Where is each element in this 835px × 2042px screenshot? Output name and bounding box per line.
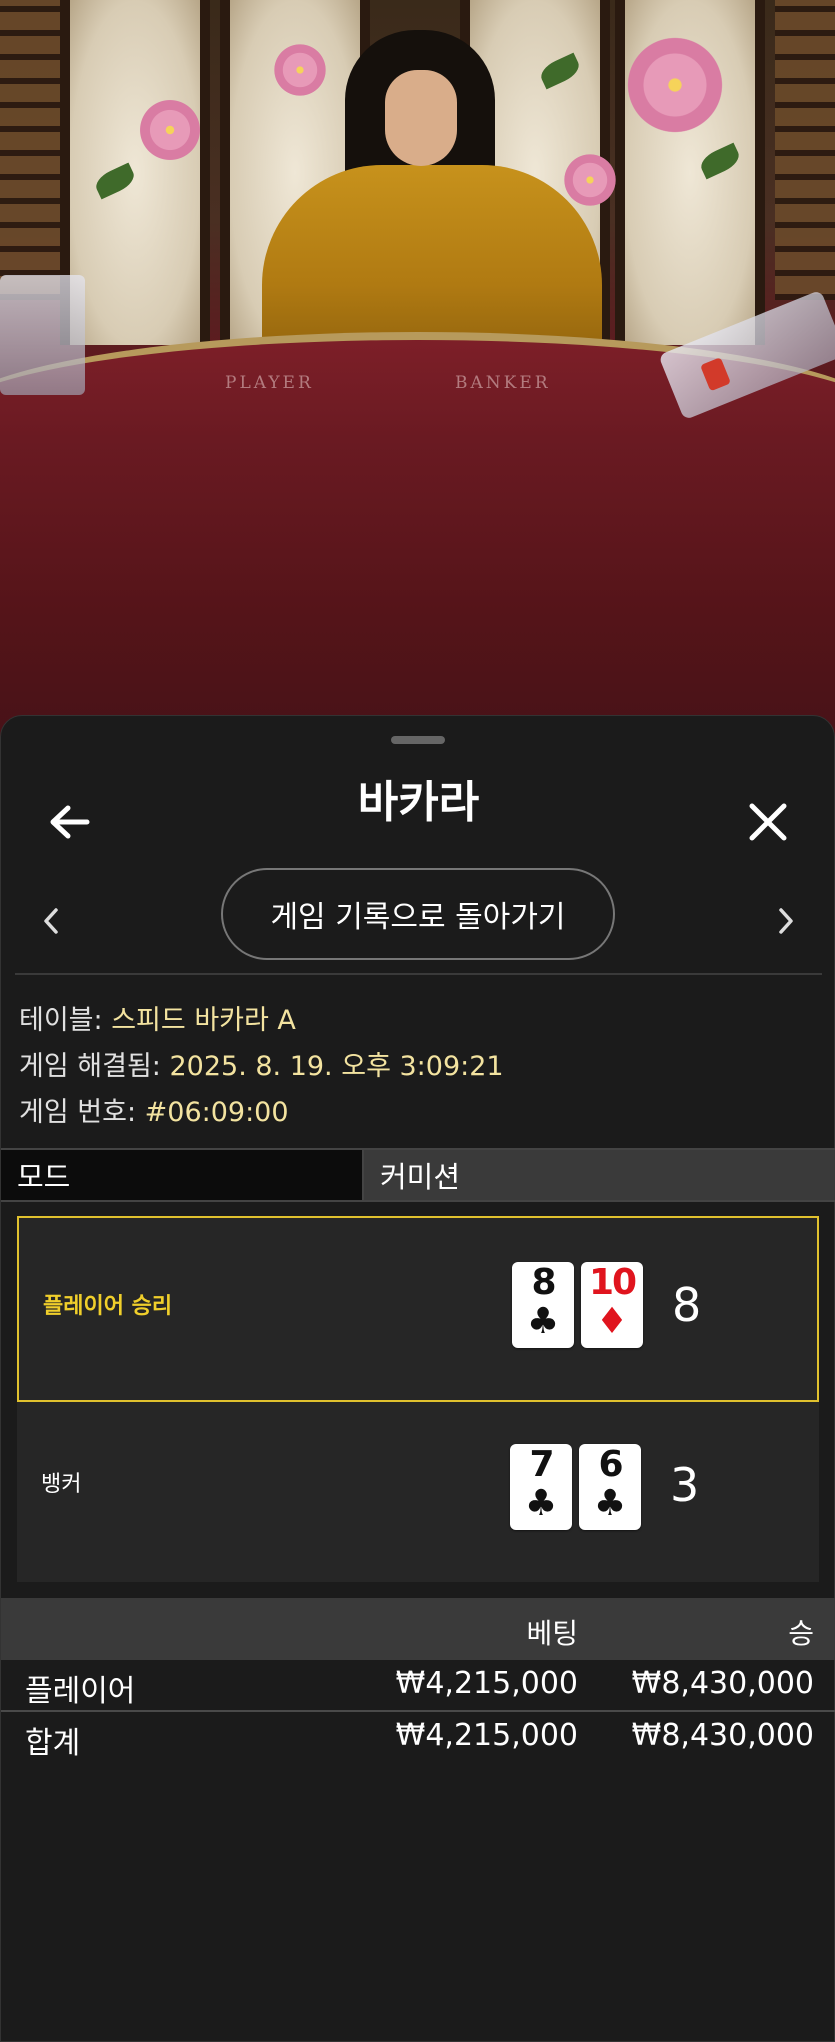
- dealer-face: [385, 70, 457, 166]
- table-label-banker: BANKER: [455, 373, 551, 393]
- card-suit-icon: ♦: [595, 1301, 629, 1342]
- win-amount: ₩8,430,000: [631, 1666, 814, 1701]
- info-resolved-value: 2025. 8. 19. 오후 3:09:21: [169, 1051, 504, 1082]
- info-table: 테이블: 스피드 바카라 A: [19, 998, 296, 1037]
- tab-mode[interactable]: 모드: [1, 1150, 364, 1200]
- total-win-amount: ₩8,430,000: [631, 1718, 814, 1753]
- playing-card: 8 ♣: [512, 1262, 574, 1348]
- hibiscus-flower: [560, 150, 620, 210]
- game-detail-sheet: 바카라 게임 기록으로 돌아가기 테이블: 스피드 바카라 A 게임 해결됨: …: [0, 715, 835, 2042]
- player-score: 8: [672, 1278, 702, 1332]
- bet-amount: ₩4,215,000: [395, 1666, 578, 1701]
- playing-card: 10 ♦: [581, 1262, 643, 1348]
- chevron-right-icon: [779, 908, 793, 934]
- divider: [1, 1710, 835, 1712]
- card-suit-icon: ♣: [526, 1301, 560, 1342]
- info-table-label: 테이블:: [19, 1005, 103, 1036]
- card-rank: 10: [588, 1262, 637, 1303]
- lattice-screen-right: [775, 0, 835, 300]
- win-column-header: 승: [788, 1617, 814, 1650]
- page-title: 바카라: [357, 777, 480, 828]
- lattice-screen-left: [0, 0, 60, 300]
- info-game-number: 게임 번호: #06:09:00: [19, 1090, 289, 1129]
- info-game-number-value: #06:09:00: [144, 1097, 289, 1128]
- tab-commission[interactable]: 커미션: [364, 1150, 835, 1200]
- card-rank: 7: [529, 1444, 554, 1485]
- banker-result-label: 뱅커: [41, 1472, 82, 1497]
- playing-card: 7 ♣: [510, 1444, 572, 1530]
- banker-result: 뱅커 7 ♣ 6 ♣ 3: [17, 1402, 819, 1582]
- close-button[interactable]: [738, 792, 798, 852]
- bet-type: 플레이어: [25, 1674, 136, 1709]
- previous-game-button[interactable]: [26, 891, 76, 951]
- player-result: 플레이어 승리 8 ♣ 10 ♦ 8: [17, 1216, 819, 1402]
- bet-table-header: 베팅 승: [1, 1598, 835, 1660]
- divider: [15, 973, 822, 975]
- chevron-left-icon: [44, 908, 58, 934]
- card-discard-tray: [0, 275, 85, 395]
- back-to-history-button[interactable]: 게임 기록으로 돌아가기: [221, 868, 615, 960]
- live-video-feed: PLAYER BANKER: [0, 0, 835, 740]
- table-label-player: PLAYER: [225, 373, 314, 393]
- playing-card: 6 ♣: [579, 1444, 641, 1530]
- total-label: 합계: [25, 1726, 81, 1761]
- bet-column-header: 베팅: [526, 1617, 578, 1650]
- drag-handle[interactable]: [391, 736, 445, 744]
- player-result-label: 플레이어 승리: [43, 1294, 173, 1319]
- info-game-number-label: 게임 번호:: [19, 1097, 137, 1128]
- card-rank: 6: [598, 1444, 623, 1485]
- hibiscus-flower: [270, 40, 330, 100]
- close-icon: [749, 803, 787, 841]
- tab-bar: 모드 커미션: [1, 1148, 835, 1202]
- info-resolved: 게임 해결됨: 2025. 8. 19. 오후 3:09:21: [19, 1044, 504, 1083]
- next-game-button[interactable]: [761, 891, 811, 951]
- hibiscus-flower: [620, 30, 730, 140]
- card-suit-icon: ♣: [524, 1483, 558, 1524]
- card-suit-icon: ♣: [593, 1483, 627, 1524]
- info-table-value: 스피드 바카라 A: [111, 1005, 296, 1036]
- total-bet-amount: ₩4,215,000: [395, 1718, 578, 1753]
- banker-score: 3: [670, 1458, 700, 1512]
- card-rank: 8: [531, 1262, 556, 1303]
- info-resolved-label: 게임 해결됨:: [19, 1051, 161, 1082]
- hibiscus-flower: [135, 95, 205, 165]
